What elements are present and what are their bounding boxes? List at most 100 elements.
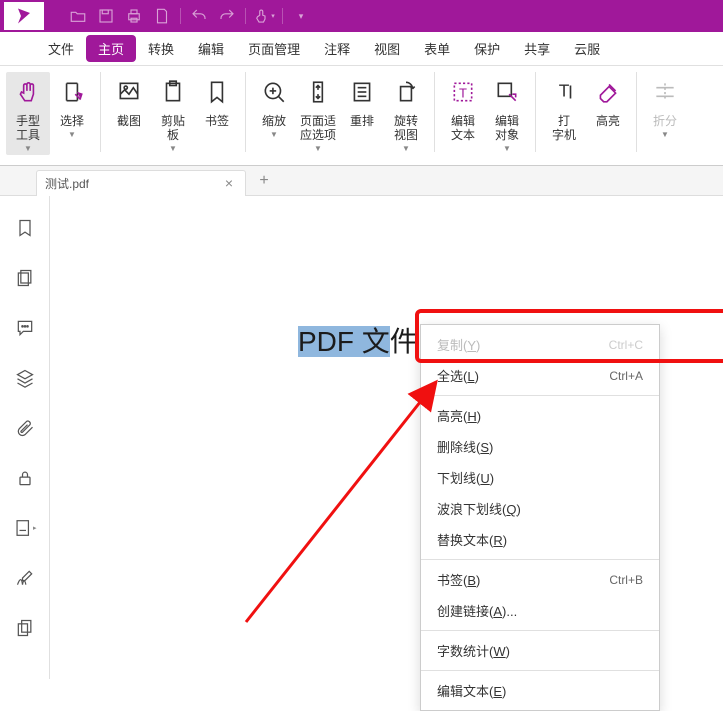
menu-item-3[interactable]: 编辑 xyxy=(186,35,236,62)
ribbon-label: 选择 xyxy=(60,114,84,128)
chevron-down-icon: ▼ xyxy=(169,144,177,153)
open-icon[interactable] xyxy=(64,2,92,30)
chevron-down-icon: ▼ xyxy=(661,130,669,139)
ribbon-button[interactable]: 选择 ▼ xyxy=(50,72,94,141)
context-menu: 复制(Y)Ctrl+C全选(L)Ctrl+A高亮(H)删除线(S)下划线(U)波… xyxy=(420,324,660,711)
context-menu-item[interactable]: 编辑文本(E) xyxy=(421,675,659,706)
ribbon-label: 页面适 应选项 xyxy=(300,114,336,142)
menu-item-label: 字数统计(W) xyxy=(437,641,643,660)
menu-item-7[interactable]: 表单 xyxy=(412,35,462,62)
document-tab[interactable]: 测试.pdf × xyxy=(36,170,246,196)
context-menu-item[interactable]: 创建链接(A)... xyxy=(421,595,659,626)
ribbon-icon xyxy=(489,74,525,110)
document-viewport[interactable]: PDF 文件 复制(Y)Ctrl+C全选(L)Ctrl+A高亮(H)删除线(S)… xyxy=(50,196,723,679)
ribbon-icon xyxy=(155,74,191,110)
comments-icon[interactable] xyxy=(13,316,37,340)
form-icon[interactable]: ▸ xyxy=(13,516,37,540)
ribbon-label: 高亮 xyxy=(596,114,620,128)
menu-item-label: 创建链接(A)... xyxy=(437,601,643,620)
attachment-icon[interactable] xyxy=(13,416,37,440)
document-tab-strip: 测试.pdf × + xyxy=(0,166,723,196)
close-icon[interactable]: × xyxy=(221,175,237,191)
menu-separator xyxy=(421,395,659,396)
signature-icon[interactable] xyxy=(13,566,37,590)
ribbon-icon xyxy=(256,74,292,110)
chevron-down-icon: ▼ xyxy=(68,130,76,139)
ribbon-separator xyxy=(636,72,637,152)
document-text-selection[interactable]: PDF 文件 xyxy=(298,320,418,360)
ribbon-button[interactable]: 剪贴 板▼ xyxy=(151,72,195,155)
redo-icon[interactable] xyxy=(213,2,241,30)
undo-icon[interactable] xyxy=(185,2,213,30)
ribbon-label: 手型 工具 xyxy=(16,114,40,142)
menu-item-5[interactable]: 注释 xyxy=(312,35,362,62)
menu-separator xyxy=(421,630,659,631)
menu-separator xyxy=(421,559,659,560)
menu-item-8[interactable]: 保护 xyxy=(462,35,512,62)
ribbon-icon xyxy=(590,74,626,110)
ribbon-separator xyxy=(100,72,101,152)
ribbon-button[interactable]: 编辑 对象▼ xyxy=(485,72,529,155)
ribbon-label: 编辑 文本 xyxy=(451,114,475,142)
save-icon[interactable] xyxy=(92,2,120,30)
context-menu-item[interactable]: 下划线(U) xyxy=(421,462,659,493)
add-tab-button[interactable]: + xyxy=(250,172,278,190)
text-segment: 件 xyxy=(390,326,418,357)
ribbon: 手型 工具▼选择▼截图剪贴 板▼书签缩放▼页面适 应选项▼重排旋转 视图▼T编辑… xyxy=(0,66,723,166)
ribbon-button[interactable]: 高亮 xyxy=(586,72,630,130)
menu-item-label: 书签(B) xyxy=(437,570,609,589)
ribbon-button[interactable]: T打 字机 xyxy=(542,72,586,144)
ribbon-button[interactable]: 缩放 ▼ xyxy=(252,72,296,141)
menu-item-9[interactable]: 共享 xyxy=(512,35,562,62)
context-menu-item[interactable]: 全选(L)Ctrl+A xyxy=(421,360,659,391)
context-menu-item[interactable]: 字数统计(W) xyxy=(421,635,659,666)
ribbon-button[interactable]: 页面适 应选项▼ xyxy=(296,72,340,155)
quick-separator xyxy=(180,8,181,24)
pages-icon[interactable] xyxy=(13,266,37,290)
menu-item-1[interactable]: 主页 xyxy=(86,35,136,62)
ribbon-button[interactable]: 手型 工具▼ xyxy=(6,72,50,155)
ribbon-button[interactable]: 截图 xyxy=(107,72,151,130)
layers-icon[interactable] xyxy=(13,366,37,390)
ribbon-separator xyxy=(245,72,246,152)
side-panel: ▸ xyxy=(0,196,50,679)
multi-doc-icon[interactable] xyxy=(13,616,37,640)
quick-customize-icon[interactable]: ▾ xyxy=(287,2,315,30)
context-menu-item[interactable]: 书签(B)Ctrl+B xyxy=(421,564,659,595)
ribbon-icon xyxy=(344,74,380,110)
menu-item-4[interactable]: 页面管理 xyxy=(236,35,312,62)
menu-item-6[interactable]: 视图 xyxy=(362,35,412,62)
menu-item-0[interactable]: 文件 xyxy=(36,35,86,62)
new-doc-icon[interactable] xyxy=(148,2,176,30)
menu-item-label: 删除线(S) xyxy=(437,437,643,456)
security-icon[interactable] xyxy=(13,466,37,490)
ribbon-icon xyxy=(199,74,235,110)
ribbon-label: 缩放 xyxy=(262,114,286,128)
menu-item-label: 替换文本(R) xyxy=(437,530,643,549)
menu-item-label: 下划线(U) xyxy=(437,468,643,487)
ribbon-button[interactable]: 书签 xyxy=(195,72,239,130)
chevron-down-icon: ▼ xyxy=(270,130,278,139)
chevron-down-icon: ▼ xyxy=(402,144,410,153)
ribbon-button[interactable]: T编辑 文本 xyxy=(441,72,485,144)
ribbon-label: 书签 xyxy=(205,114,229,128)
context-menu-item[interactable]: 高亮(H) xyxy=(421,400,659,431)
print-icon[interactable] xyxy=(120,2,148,30)
context-menu-item[interactable]: 波浪下划线(Q) xyxy=(421,493,659,524)
menu-item-2[interactable]: 转换 xyxy=(136,35,186,62)
context-menu-item[interactable]: 替换文本(R) xyxy=(421,524,659,555)
menu-item-10[interactable]: 云服 xyxy=(562,35,612,62)
main-area: ▸ PDF 文件 复制(Y)Ctrl+C全选(L)Ctrl+A高亮(H)删除线(… xyxy=(0,196,723,679)
menu-item-label: 高亮(H) xyxy=(437,406,643,425)
highlighted-segment: PDF 文 xyxy=(298,326,390,357)
bookmark-icon[interactable] xyxy=(13,216,37,240)
ribbon-button[interactable]: 旋转 视图▼ xyxy=(384,72,428,155)
ribbon-button[interactable]: 折分 ▼ xyxy=(643,72,687,141)
ribbon-icon xyxy=(54,74,90,110)
ribbon-label: 截图 xyxy=(117,114,141,128)
ribbon-label: 折分 xyxy=(653,114,677,128)
touch-icon[interactable]: ▾ xyxy=(250,2,278,30)
ribbon-button[interactable]: 重排 xyxy=(340,72,384,130)
chevron-down-icon: ▼ xyxy=(503,144,511,153)
context-menu-item[interactable]: 删除线(S) xyxy=(421,431,659,462)
